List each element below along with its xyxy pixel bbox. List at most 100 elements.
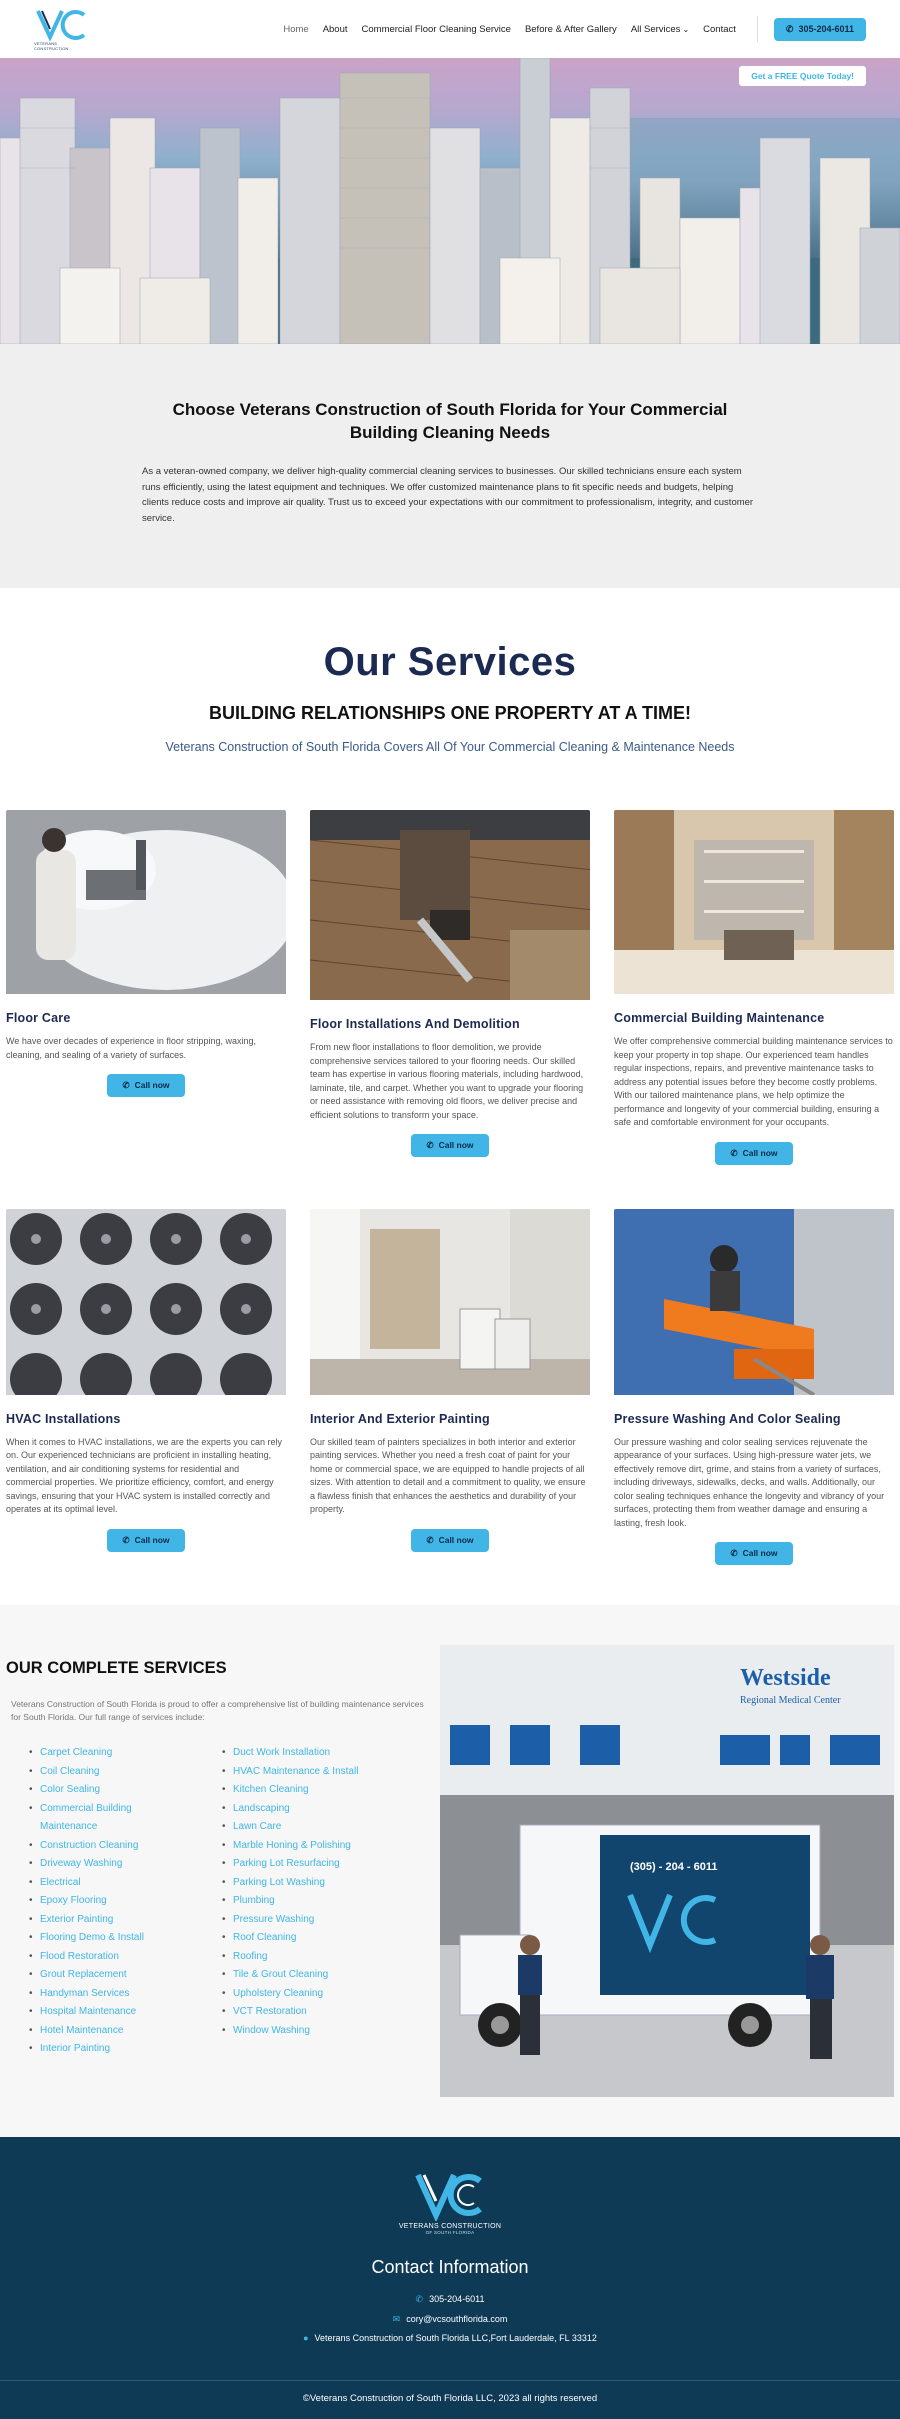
service-list-item[interactable]: Pressure Washing xyxy=(222,1911,383,1930)
contact-email-text: cory@vcsouthflorida.com xyxy=(406,2313,508,2324)
call-now-button[interactable]: ✆ Call now xyxy=(715,1141,793,1165)
services-title: Our Services xyxy=(323,640,577,684)
service-list-item[interactable]: Color Sealing xyxy=(29,1781,150,1800)
nav-contact[interactable]: Contact xyxy=(703,24,736,35)
contact-email[interactable]: ✉ cory@vcsouthflorida.com xyxy=(0,2310,900,2330)
service-list-item[interactable]: Commercial Building Maintenance xyxy=(29,1800,150,1837)
contact-info: ✆ 305-204-6011 ✉ cory@vcsouthflorida.com ●… xyxy=(0,2290,900,2349)
contact-phone-text: 305-204-6011 xyxy=(429,2294,485,2304)
service-title: Commercial Building Maintenance xyxy=(614,1011,825,1025)
header-phone-label: 305-204-6011 xyxy=(798,24,854,34)
call-now-label: Call now xyxy=(134,1080,170,1090)
call-now-button[interactable]: ✆ Call now xyxy=(411,1528,489,1552)
service-card-floor-installations: Floor Installations And Demolition From … xyxy=(310,810,590,1165)
call-now-label: Call now xyxy=(438,1140,474,1150)
logo-text: VETERANS CONSTRUCTION xyxy=(34,41,69,51)
contact-address-text: Veterans Construction of South Florida L… xyxy=(314,2333,597,2343)
service-list-item[interactable]: Epoxy Flooring xyxy=(29,1892,150,1911)
nav-home[interactable]: Home xyxy=(283,24,308,35)
service-list-item[interactable]: Marble Honing & Polishing xyxy=(222,1837,383,1856)
service-card-pressure-washing: Pressure Washing And Color Sealing Our p… xyxy=(614,1208,894,1565)
location-pin-icon: ● xyxy=(303,2333,309,2343)
service-list-item[interactable]: Window Washing xyxy=(222,2022,383,2041)
phone-icon: ✆ xyxy=(730,1147,738,1158)
call-now-button[interactable]: ✆ Call now xyxy=(107,1074,185,1097)
nav-gallery[interactable]: Before & After Gallery xyxy=(525,24,617,35)
service-list-item[interactable]: Parking Lot Resurfacing xyxy=(222,1855,383,1874)
service-list-item[interactable]: Upholstery Cleaning xyxy=(222,1985,383,2004)
commercial-maintenance-image xyxy=(614,810,894,999)
service-text: Our skilled team of painters specializes… xyxy=(310,1436,586,1515)
contact-title: Contact Information xyxy=(371,2257,529,2277)
service-text: We have over decades of experience in fl… xyxy=(6,1036,256,1060)
phone-icon: ✆ xyxy=(415,2294,424,2304)
service-list-item[interactable]: Coil Cleaning xyxy=(29,1763,150,1782)
services-section: Our Services BUILDING RELATIONSHIPS ONE … xyxy=(0,588,900,784)
service-list-item[interactable]: Lawn Care xyxy=(222,1818,383,1837)
call-now-button[interactable]: ✆ Call now xyxy=(715,1542,793,1565)
intro-section: Choose Veterans Construction of South Fl… xyxy=(0,344,900,588)
service-title: HVAC Installations xyxy=(6,1411,121,1426)
free-quote-button[interactable]: Get a FREE Quote Today! xyxy=(739,66,866,86)
service-card-painting: Interior And Exterior Painting Our skill… xyxy=(310,1208,590,1566)
service-list-item[interactable]: Electrical xyxy=(29,1874,150,1893)
service-list-item[interactable]: Plumbing xyxy=(222,1892,383,1911)
phone-icon: ✆ xyxy=(730,1548,738,1558)
service-list-item[interactable]: HVAC Maintenance & Install xyxy=(222,1763,383,1782)
service-list-item[interactable]: Flood Restoration xyxy=(29,1948,150,1967)
service-list-item[interactable]: Carpet Cleaning xyxy=(29,1744,150,1763)
service-list-item[interactable]: Kitchen Cleaning xyxy=(222,1781,383,1800)
service-list-item[interactable]: Flooring Demo & Install xyxy=(29,1929,150,1948)
service-title: Interior And Exterior Painting xyxy=(310,1411,490,1426)
truck-photo: Westside Regional Medical Center (305) -… xyxy=(440,1645,894,2097)
service-list-item[interactable]: Duct Work Installation xyxy=(222,1744,383,1763)
intro-body: As a veteran-owned company, we deliver h… xyxy=(142,466,754,524)
service-list-item[interactable]: Construction Cleaning xyxy=(29,1837,150,1856)
call-now-label: Call now xyxy=(742,1147,778,1158)
footer-divider xyxy=(0,2380,900,2381)
footer-logo-text: VETERANS CONSTRUCTION xyxy=(398,2223,502,2230)
services-row-1: Floor Care We have over decades of exper… xyxy=(0,810,900,1165)
header-phone-button[interactable]: ✆ 305-204-6011 xyxy=(773,17,866,41)
service-list-item[interactable]: Roofing xyxy=(222,1948,383,1967)
phone-icon: ✆ xyxy=(426,1140,434,1150)
service-list-item[interactable]: Driveway Washing xyxy=(29,1855,150,1874)
service-list-item[interactable]: Parking Lot Washing xyxy=(222,1874,383,1893)
site-logo[interactable]: VETERANS CONSTRUCTION xyxy=(34,6,90,52)
service-list-item[interactable]: Tile & Grout Cleaning xyxy=(222,1966,383,1985)
service-list-item[interactable]: Hotel Maintenance xyxy=(29,2022,150,2041)
services-row-2: HVAC Installations When it comes to HVAC… xyxy=(0,1208,900,1566)
services-subtitle: Veterans Construction of South Florida C… xyxy=(165,740,735,754)
service-list-item[interactable]: VCT Restoration xyxy=(222,2003,383,2022)
service-list-item[interactable]: Hospital Maintenance xyxy=(29,2003,150,2022)
complete-services-text: OUR COMPLETE SERVICES Veterans Construct… xyxy=(6,1645,426,2097)
chevron-down-icon: ⌄ xyxy=(682,24,690,34)
nav-commercial-floor-cleaning[interactable]: Commercial Floor Cleaning Service xyxy=(362,24,511,35)
call-now-button[interactable]: ✆ Call now xyxy=(107,1528,185,1552)
service-list-item[interactable]: Landscaping xyxy=(222,1800,383,1819)
hvac-image xyxy=(6,1208,286,1400)
service-text: Our pressure washing and color sealing s… xyxy=(614,1436,885,1528)
service-list-item[interactable]: Interior Painting xyxy=(29,2040,150,2059)
call-now-button[interactable]: ✆ Call now xyxy=(411,1134,489,1157)
complete-services-title: OUR COMPLETE SERVICES xyxy=(6,1659,227,1677)
service-title: Floor Installations And Demolition xyxy=(310,1017,520,1031)
footer-logo[interactable]: VETERANS CONSTRUCTION OF SOUTH FLORIDA xyxy=(0,2169,900,2235)
phone-icon: ✆ xyxy=(426,1534,434,1545)
service-list-item[interactable]: Grout Replacement xyxy=(29,1966,150,1985)
nav-all-services[interactable]: All Services ⌄ xyxy=(631,24,689,35)
photo-sign-text-2: Regional Medical Center xyxy=(740,1695,841,1706)
contact-phone[interactable]: ✆ 305-204-6011 xyxy=(0,2290,900,2310)
service-list-item[interactable]: Roof Cleaning xyxy=(222,1929,383,1948)
nav-about[interactable]: About xyxy=(323,24,348,35)
service-title: Pressure Washing And Color Sealing xyxy=(614,1411,841,1426)
services-list-col1: Carpet CleaningCoil CleaningColor Sealin… xyxy=(29,1744,233,2059)
service-list-item[interactable]: Exterior Painting xyxy=(29,1911,150,1930)
contact-address: ● Veterans Construction of South Florida … xyxy=(0,2329,900,2349)
service-list-item[interactable]: Handyman Services xyxy=(29,1985,150,2004)
service-text: We offer comprehensive commercial buildi… xyxy=(614,1036,893,1127)
vc-logo-icon xyxy=(36,10,86,41)
floor-care-image xyxy=(6,810,286,999)
site-header: VETERANS CONSTRUCTION Home About Commerc… xyxy=(0,0,900,58)
city-skyline-illustration xyxy=(0,58,900,344)
